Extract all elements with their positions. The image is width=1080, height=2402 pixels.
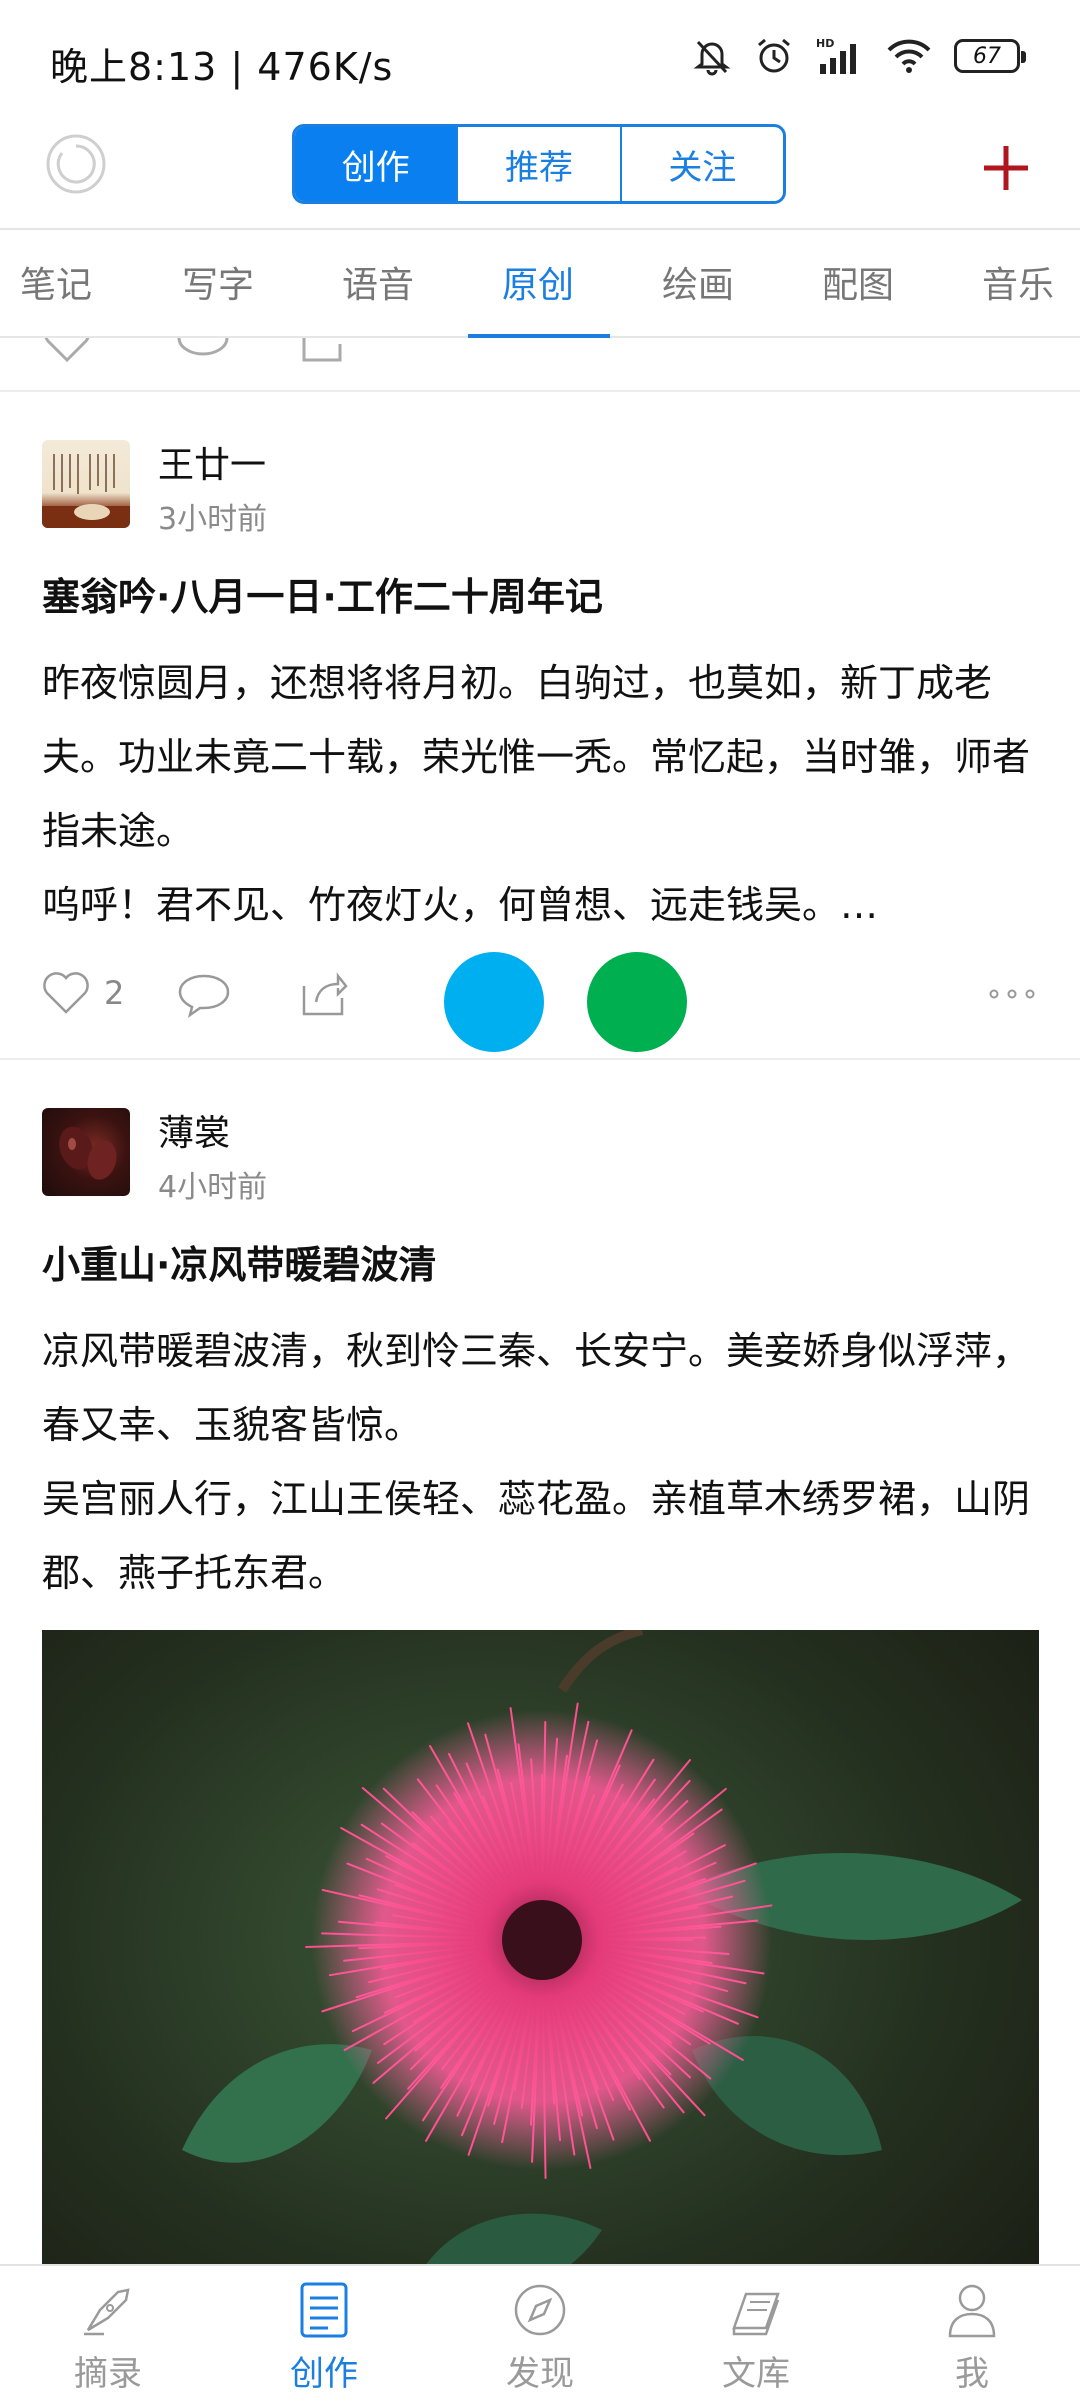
like-count: 2	[104, 974, 125, 1012]
comment-icon[interactable]	[176, 338, 230, 364]
alarm-icon	[758, 38, 790, 73]
divider	[0, 1058, 1080, 1060]
nav-label: 我	[955, 2354, 989, 2394]
previous-post-actions	[0, 338, 1080, 388]
nav-label: 创作	[290, 2354, 358, 2394]
tab-notes[interactable]: 笔记	[20, 256, 92, 308]
nav-me[interactable]: 我	[864, 2266, 1080, 2402]
wifi-icon	[887, 39, 931, 73]
quill-icon	[84, 2288, 130, 2336]
avatar-berries-image	[59, 1126, 117, 1180]
segment-follow[interactable]: 关注	[619, 127, 783, 201]
category-tabs: 笔记 写字 语音 原创 绘画 配图 音乐	[0, 228, 1080, 338]
post-author[interactable]: 薄裳	[158, 1104, 230, 1156]
avatar[interactable]	[42, 440, 130, 528]
like-button[interactable]: 2	[40, 970, 124, 1016]
feed-segment-control: 创作 推荐 关注	[292, 124, 786, 204]
tab-voice[interactable]: 语音	[342, 256, 414, 308]
loading-ring-icon[interactable]	[44, 132, 108, 196]
nav-discover[interactable]: 发现	[432, 2266, 648, 2402]
avatar[interactable]	[42, 1108, 130, 1196]
nav-create[interactable]: 创作	[216, 2266, 432, 2402]
divider	[0, 390, 1080, 392]
post-author[interactable]: 王廿一	[158, 436, 266, 488]
post-time: 4小时前	[158, 1170, 268, 1205]
post-actions: 2	[0, 948, 1080, 1052]
post-title[interactable]: 塞翁吟·八月一日·工作二十周年记	[42, 566, 603, 621]
status-icons: HD 67	[692, 36, 1026, 76]
green-floating-button[interactable]	[587, 952, 687, 1052]
post-title[interactable]: 小重山·凉风带暖碧波清	[42, 1234, 436, 1289]
share-icon[interactable]	[300, 338, 344, 364]
blue-floating-button[interactable]	[444, 952, 544, 1052]
tab-original[interactable]: 原创	[502, 256, 574, 308]
nav-library[interactable]: 文库	[648, 2266, 864, 2402]
svg-text:HD: HD	[816, 37, 834, 50]
status-time: 晚上8:13 | 476K/s	[50, 45, 394, 89]
document-icon	[300, 2282, 348, 2338]
segment-create[interactable]: 创作	[295, 127, 457, 201]
tab-music[interactable]: 音乐	[982, 256, 1054, 308]
bottom-navigation: 摘录 创作 发现 文库 我	[0, 2264, 1080, 2400]
heart-icon[interactable]	[42, 338, 92, 364]
share-icon[interactable]	[300, 970, 348, 1018]
more-options-icon[interactable]	[988, 988, 1036, 1000]
tab-painting[interactable]: 绘画	[662, 256, 734, 308]
compass-icon	[514, 2284, 566, 2336]
nav-excerpt[interactable]: 摘录	[0, 2266, 216, 2402]
top-bar: 创作 推荐 关注	[0, 120, 1080, 228]
battery-level: 67	[973, 43, 1001, 69]
nav-label: 发现	[506, 2354, 574, 2394]
books-icon	[732, 2292, 780, 2336]
person-icon	[948, 2284, 996, 2338]
heart-icon	[43, 972, 89, 1014]
post-body[interactable]: 昨夜惊圆月，还想将将月初。白驹过，也莫如，新丁成老夫。功业未竟二十载，荣光惟一秃…	[42, 646, 1032, 942]
comment-icon[interactable]	[176, 972, 232, 1018]
status-bar: 晚上8:13 | 476K/s HD 67	[0, 0, 1080, 120]
nav-label: 文库	[722, 2354, 790, 2394]
nav-label: 摘录	[74, 2354, 142, 2394]
post-body[interactable]: 凉风带暖碧波清，秋到怜三秦、长安宁。美妾娇身似浮萍，春又幸、玉貌客皆惊。 吴宫丽…	[42, 1314, 1032, 1610]
battery-icon: 67	[954, 39, 1026, 73]
hd-signal-icon: HD	[816, 37, 856, 74]
tab-calligraphy[interactable]: 写字	[182, 256, 254, 308]
post-time: 3小时前	[158, 502, 268, 537]
tab-illustration[interactable]: 配图	[822, 256, 894, 308]
mute-bell-icon	[693, 40, 731, 76]
avatar-calligraphy-image	[42, 454, 130, 528]
plus-icon[interactable]	[982, 144, 1030, 192]
segment-recommend[interactable]: 推荐	[456, 127, 619, 201]
